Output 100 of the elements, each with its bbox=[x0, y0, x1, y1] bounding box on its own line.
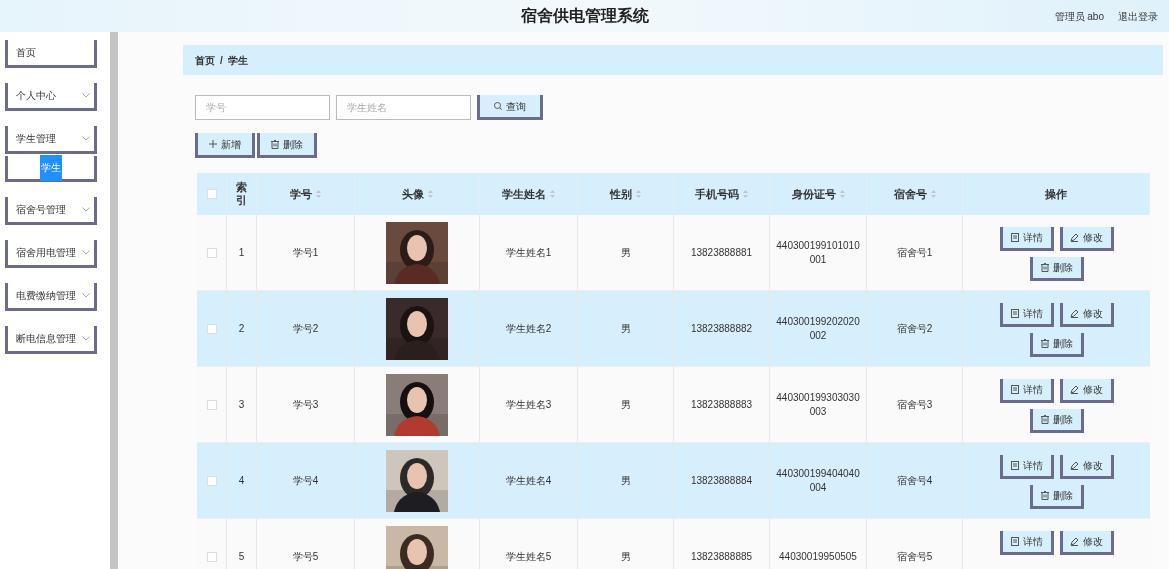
table-cell: 13823888882 bbox=[690, 321, 753, 336]
search-button[interactable]: 查询 bbox=[477, 95, 543, 120]
trash-icon bbox=[1040, 415, 1049, 424]
menu-item[interactable]: 学生管理 bbox=[5, 126, 97, 154]
sort-icon[interactable] bbox=[427, 190, 433, 198]
breadcrumb-item[interactable]: 首页 bbox=[195, 52, 215, 68]
logout-link[interactable]: 退出登录 bbox=[1118, 8, 1158, 24]
edit-button[interactable]: 修改 bbox=[1059, 455, 1114, 479]
table-cell: 男 bbox=[620, 549, 631, 564]
table-cell: 学号3 bbox=[292, 397, 319, 412]
table-row[interactable]: 3 学号3 学生姓名3 男 13823888883 440300199303030003 宿舍号3 详情 修改 删除 bbox=[197, 367, 1150, 443]
chevron-icon bbox=[82, 336, 90, 341]
breadcrumb-item[interactable]: 学生 bbox=[227, 52, 248, 68]
row-checkbox[interactable] bbox=[206, 247, 217, 258]
detail-button[interactable]: 详情 bbox=[999, 303, 1054, 327]
table-cell: 4 bbox=[238, 473, 245, 488]
edit-button[interactable]: 修改 bbox=[1059, 303, 1114, 327]
breadcrumb-separator: / bbox=[220, 53, 223, 68]
table-cell: 1 bbox=[238, 245, 245, 260]
document-icon bbox=[1010, 385, 1019, 394]
chevron-icon bbox=[82, 93, 90, 98]
edit-button[interactable]: 修改 bbox=[1059, 379, 1114, 403]
row-checkbox[interactable] bbox=[206, 475, 217, 486]
detail-button[interactable]: 详情 bbox=[999, 379, 1054, 403]
search-icon bbox=[494, 102, 502, 110]
table-cell: 宿舍号5 bbox=[896, 549, 933, 564]
delete-button[interactable]: 删除 bbox=[1029, 257, 1084, 281]
sort-icon[interactable] bbox=[743, 190, 748, 198]
document-icon bbox=[1010, 309, 1019, 318]
table-cell: 学号4 bbox=[292, 473, 319, 488]
row-checkbox[interactable] bbox=[206, 323, 217, 334]
delete-button[interactable]: 删除 bbox=[1029, 485, 1084, 509]
document-icon bbox=[1010, 537, 1019, 546]
table-cell: 13823888881 bbox=[690, 245, 753, 260]
chevron-icon bbox=[82, 207, 90, 212]
user-label: 管理员 abo bbox=[1054, 9, 1104, 24]
table-cell: 13823888884 bbox=[690, 473, 753, 488]
row-checkbox[interactable] bbox=[206, 551, 217, 562]
table-cell: 440300199404040004 bbox=[776, 466, 860, 495]
detail-button[interactable]: 详情 bbox=[999, 455, 1054, 479]
trash-icon bbox=[1040, 263, 1049, 272]
table-cell: 学生姓名2 bbox=[505, 321, 552, 336]
chevron-icon bbox=[82, 136, 90, 141]
document-icon bbox=[1010, 461, 1019, 470]
delete-button[interactable]: 删除 bbox=[1029, 333, 1084, 357]
detail-button[interactable]: 详情 bbox=[999, 227, 1054, 251]
edit-button[interactable]: 修改 bbox=[1059, 531, 1114, 555]
sort-icon[interactable] bbox=[930, 190, 936, 198]
table-cell: 学生姓名4 bbox=[505, 473, 552, 488]
search-field[interactable]: 学号 bbox=[195, 95, 330, 120]
table-cell: 学号5 bbox=[292, 549, 319, 564]
table-cell: 2 bbox=[238, 321, 245, 336]
search-field[interactable]: 学生姓名 bbox=[336, 95, 471, 120]
sort-icon[interactable] bbox=[839, 190, 845, 198]
detail-button[interactable]: 详情 bbox=[999, 531, 1054, 555]
plus-icon bbox=[209, 140, 217, 148]
menu-item[interactable]: 电费缴纳管理 bbox=[5, 283, 97, 311]
menu-item[interactable]: 宿舍用电管理 bbox=[5, 240, 97, 268]
trash-icon bbox=[271, 139, 279, 149]
sort-icon[interactable] bbox=[636, 190, 641, 198]
table-cell: 男 bbox=[620, 473, 631, 488]
table-cell: 学生姓名1 bbox=[505, 245, 552, 260]
menu-item[interactable]: 宿舍号管理 bbox=[5, 197, 97, 225]
table-cell: 男 bbox=[620, 245, 631, 260]
table-row[interactable]: 1 学号1 学生姓名1 男 13823888881 440300199101010001 宿舍号1 详情 修改 删除 bbox=[197, 215, 1150, 291]
table-cell: 宿舍号1 bbox=[896, 245, 933, 260]
table-cell: 44030019950505 bbox=[779, 549, 857, 564]
edit-button[interactable]: 修改 bbox=[1059, 227, 1114, 251]
table-row[interactable]: 4 学号4 学生姓名4 男 13823888884 440300199404040004 宿舍号4 详情 修改 删除 bbox=[197, 443, 1150, 519]
pencil-icon bbox=[1070, 233, 1079, 242]
pencil-icon bbox=[1070, 461, 1079, 470]
table-cell: 男 bbox=[620, 397, 631, 412]
menu-item[interactable]: 断电信息管理 bbox=[5, 326, 97, 354]
trash-icon bbox=[1040, 491, 1049, 500]
menu-item[interactable]: 首页 bbox=[5, 40, 97, 68]
table-cell: 学生姓名5 bbox=[505, 549, 552, 564]
delete-button[interactable]: 删除 bbox=[257, 133, 317, 158]
select-all-checkbox[interactable] bbox=[206, 189, 217, 199]
sort-icon[interactable] bbox=[550, 190, 555, 198]
table-cell: 宿舍号4 bbox=[896, 473, 933, 488]
pencil-icon bbox=[1070, 385, 1079, 394]
table-row[interactable]: 2 学号2 学生姓名2 男 13823888882 440300199202020002 宿舍号2 详情 修改 删除 bbox=[197, 291, 1150, 367]
table-cell: 440300199303030003 bbox=[776, 390, 860, 419]
menu-item[interactable]: 个人中心 bbox=[5, 83, 97, 111]
delete-button[interactable]: 删除 bbox=[1029, 409, 1084, 433]
add-button[interactable]: 新增 bbox=[195, 133, 255, 158]
chevron-icon bbox=[82, 293, 90, 298]
table-cell: 440300199202020002 bbox=[776, 314, 860, 343]
trash-icon bbox=[1040, 339, 1049, 348]
pencil-icon bbox=[1070, 537, 1079, 546]
row-checkbox[interactable] bbox=[206, 399, 217, 410]
table-cell: 学生姓名3 bbox=[505, 397, 552, 412]
table-cell: 学号1 bbox=[292, 245, 319, 260]
table-cell: 3 bbox=[238, 397, 245, 412]
sort-icon[interactable] bbox=[316, 190, 321, 198]
table-cell: 13823888885 bbox=[690, 549, 753, 564]
pencil-icon bbox=[1070, 309, 1079, 318]
scrollbar[interactable] bbox=[110, 32, 118, 569]
chevron-icon bbox=[82, 250, 90, 255]
table-cell: 440300199101010001 bbox=[776, 238, 860, 267]
